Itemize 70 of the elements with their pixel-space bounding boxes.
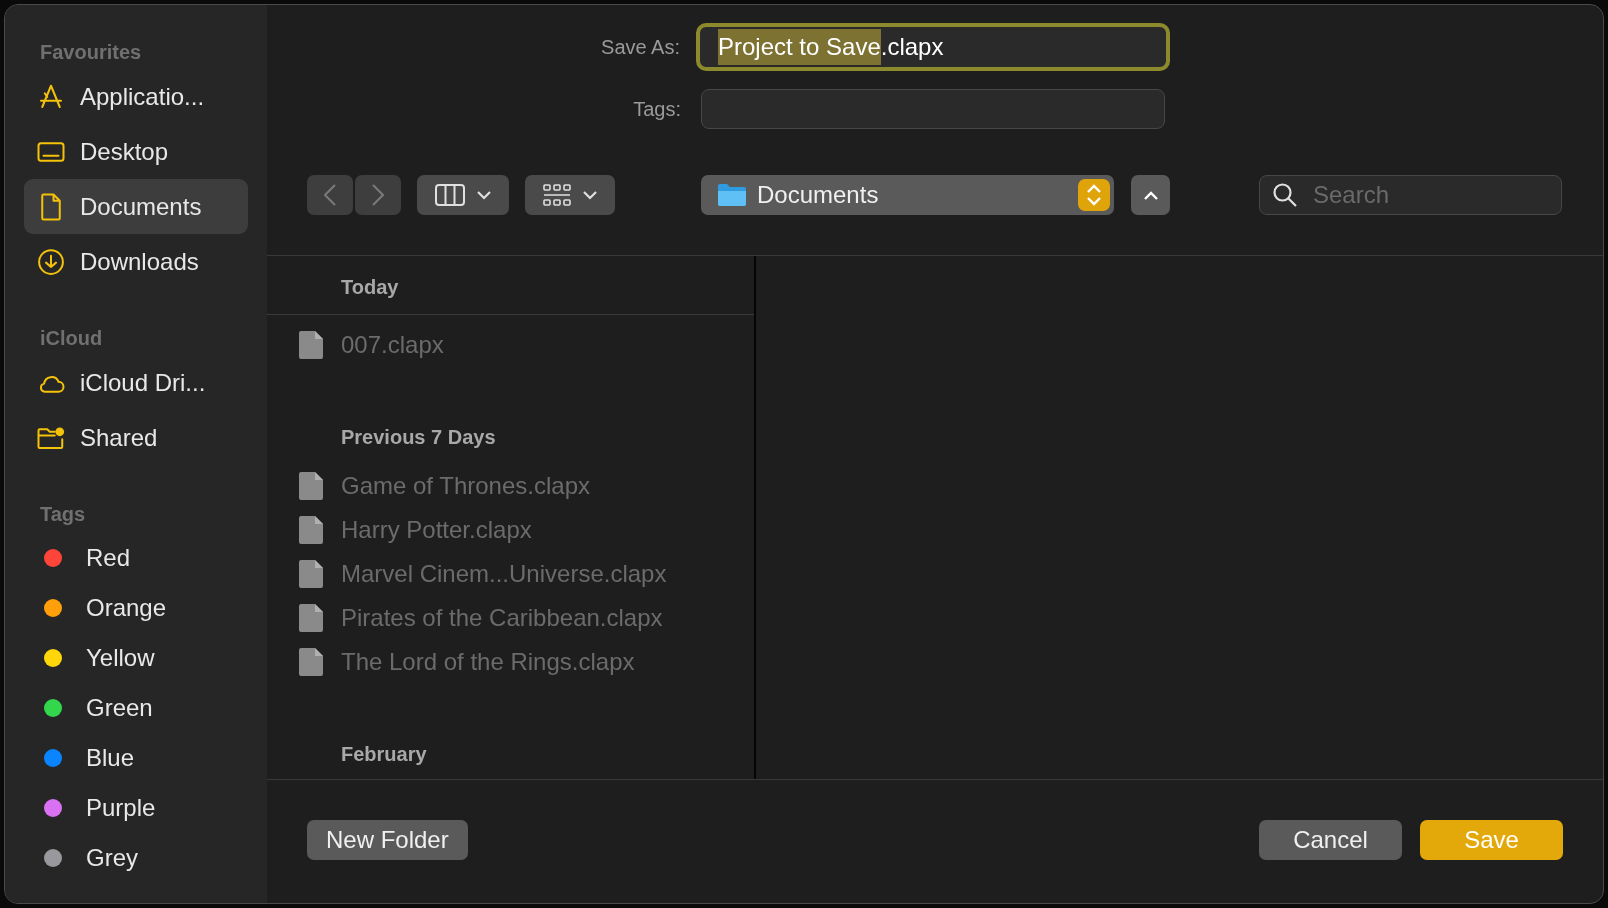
up-down-arrows-icon xyxy=(1078,179,1110,211)
tag-item[interactable]: Red xyxy=(24,533,248,583)
chevron-down-icon xyxy=(477,190,491,200)
file-icon xyxy=(299,648,323,676)
sidebar-item[interactable]: Applicatio... xyxy=(24,69,248,124)
tag-label: Grey xyxy=(86,843,138,873)
tag-label: Orange xyxy=(86,593,167,623)
file-extension-text: .clapx xyxy=(880,32,944,62)
file-icon xyxy=(299,560,323,588)
group-heading: Today xyxy=(341,275,399,300)
tag-item[interactable]: Blue xyxy=(24,733,248,783)
tag-item[interactable]: Orange xyxy=(24,583,248,633)
sidebar-item[interactable]: Desktop xyxy=(24,124,248,179)
sidebar-section-title: iCloud xyxy=(39,326,104,351)
tag-item[interactable]: Green xyxy=(24,683,248,733)
file-name: Pirates of the Caribbean.clapx xyxy=(341,603,663,633)
columns-icon xyxy=(435,184,465,206)
enclosing-folder-button[interactable] xyxy=(1131,175,1170,215)
file-name: 007.clapx xyxy=(341,330,444,360)
group-heading: February xyxy=(341,741,427,767)
tag-label: Yellow xyxy=(86,643,155,673)
sidebar-item-label: Shared xyxy=(80,422,158,453)
sidebar-section-title: Favourites xyxy=(39,40,143,65)
tag-label: Green xyxy=(86,693,153,723)
location-popup[interactable]: Documents xyxy=(701,175,1114,215)
tag-item[interactable]: Grey xyxy=(24,833,248,883)
back-button[interactable] xyxy=(307,175,353,215)
tag-item[interactable]: Yellow xyxy=(24,633,248,683)
file-name: The Lord of the Rings.clapx xyxy=(341,647,635,677)
sidebar-item-label: Documents xyxy=(80,191,202,222)
cancel-button[interactable]: Cancel xyxy=(1259,819,1402,860)
forward-button[interactable] xyxy=(355,175,401,215)
tags-label: Tags: xyxy=(632,97,682,122)
sidebar-item-label: Desktop xyxy=(80,136,169,167)
sidebar-section-title: Tags xyxy=(39,502,87,527)
sidebar-item[interactable]: Downloads xyxy=(24,234,248,289)
file-icon xyxy=(299,604,323,632)
group-heading: Previous 7 Days xyxy=(341,424,496,450)
download-circle-icon xyxy=(36,246,66,277)
search-icon xyxy=(1272,182,1298,208)
save-as-field[interactable]: Project to Save.clapx xyxy=(696,23,1170,71)
sidebar-item[interactable]: Shared xyxy=(24,410,248,465)
folder-icon xyxy=(717,183,747,207)
sidebar-item[interactable]: Documents xyxy=(24,179,248,234)
tag-label: Purple xyxy=(86,793,156,823)
chevron-down-icon xyxy=(583,190,597,200)
new-folder-button[interactable]: New Folder xyxy=(307,819,468,860)
chevron-up-icon xyxy=(1143,190,1158,200)
group-button[interactable] xyxy=(525,175,615,215)
tag-label: Blue xyxy=(86,743,135,773)
chevron-left-icon xyxy=(324,184,336,206)
file-name: Game of Thrones.clapx xyxy=(341,471,590,501)
grid-icon xyxy=(543,184,571,206)
sidebar-item-label: Downloads xyxy=(80,246,199,277)
tags-field[interactable] xyxy=(701,89,1165,129)
save-as-label: Save As: xyxy=(600,35,681,60)
file-icon xyxy=(299,516,323,544)
file-icon xyxy=(299,331,323,359)
sidebar-item[interactable]: iCloud Dri... xyxy=(24,355,248,410)
tag-label: Red xyxy=(86,543,131,573)
sidebar-item-label: iCloud Dri... xyxy=(80,367,206,398)
view-mode-button[interactable] xyxy=(417,175,509,215)
chevron-right-icon xyxy=(372,184,384,206)
file-name: Marvel Cinem...Universe.clapx xyxy=(341,559,667,589)
file-icon xyxy=(299,472,323,500)
search-field[interactable]: Search xyxy=(1259,175,1562,215)
file-name: Harry Potter.clapx xyxy=(341,515,532,545)
tag-item[interactable]: Purple xyxy=(24,783,248,833)
sidebar-item-label: Applicatio... xyxy=(80,81,205,112)
selected-text: Project to Save xyxy=(718,29,881,65)
